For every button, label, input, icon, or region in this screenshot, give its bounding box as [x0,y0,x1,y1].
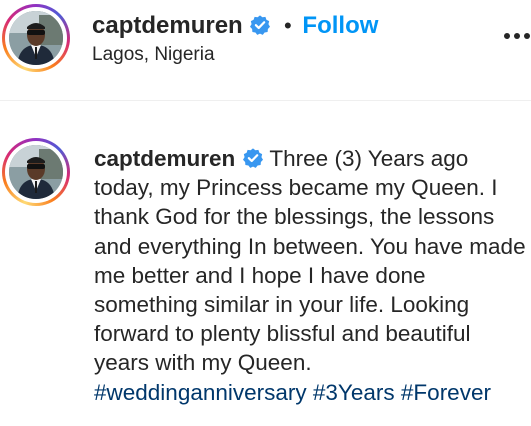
profile-avatar[interactable] [2,4,70,72]
verified-badge-icon [242,148,263,168]
header-username[interactable]: captdemuren [92,12,243,39]
header-title-row: captdemuren • Follow [92,12,378,40]
post-header: captdemuren • Follow Lagos, Nigeria [0,0,531,101]
more-options-icon[interactable] [504,33,531,41]
location-link[interactable]: Lagos, Nigeria [92,44,215,66]
caption-text: captdemuren Three (3) Years ago today, m… [94,144,526,407]
avatar-photo [9,145,63,199]
caption-body: Three (3) Years ago today, my Princess b… [94,146,526,376]
hashtag-link[interactable]: #weddinganniversary [94,380,307,405]
caption-avatar[interactable] [2,138,70,206]
hashtag-link[interactable]: #3Years [313,380,395,405]
follow-button[interactable]: Follow [302,12,378,39]
hashtag-link[interactable]: #Forever [401,380,491,405]
avatar-photo [9,11,63,65]
verified-badge-icon [250,15,271,35]
separator-dot: • [284,13,292,38]
caption-username[interactable]: captdemuren [94,146,235,171]
header-divider [0,100,531,101]
